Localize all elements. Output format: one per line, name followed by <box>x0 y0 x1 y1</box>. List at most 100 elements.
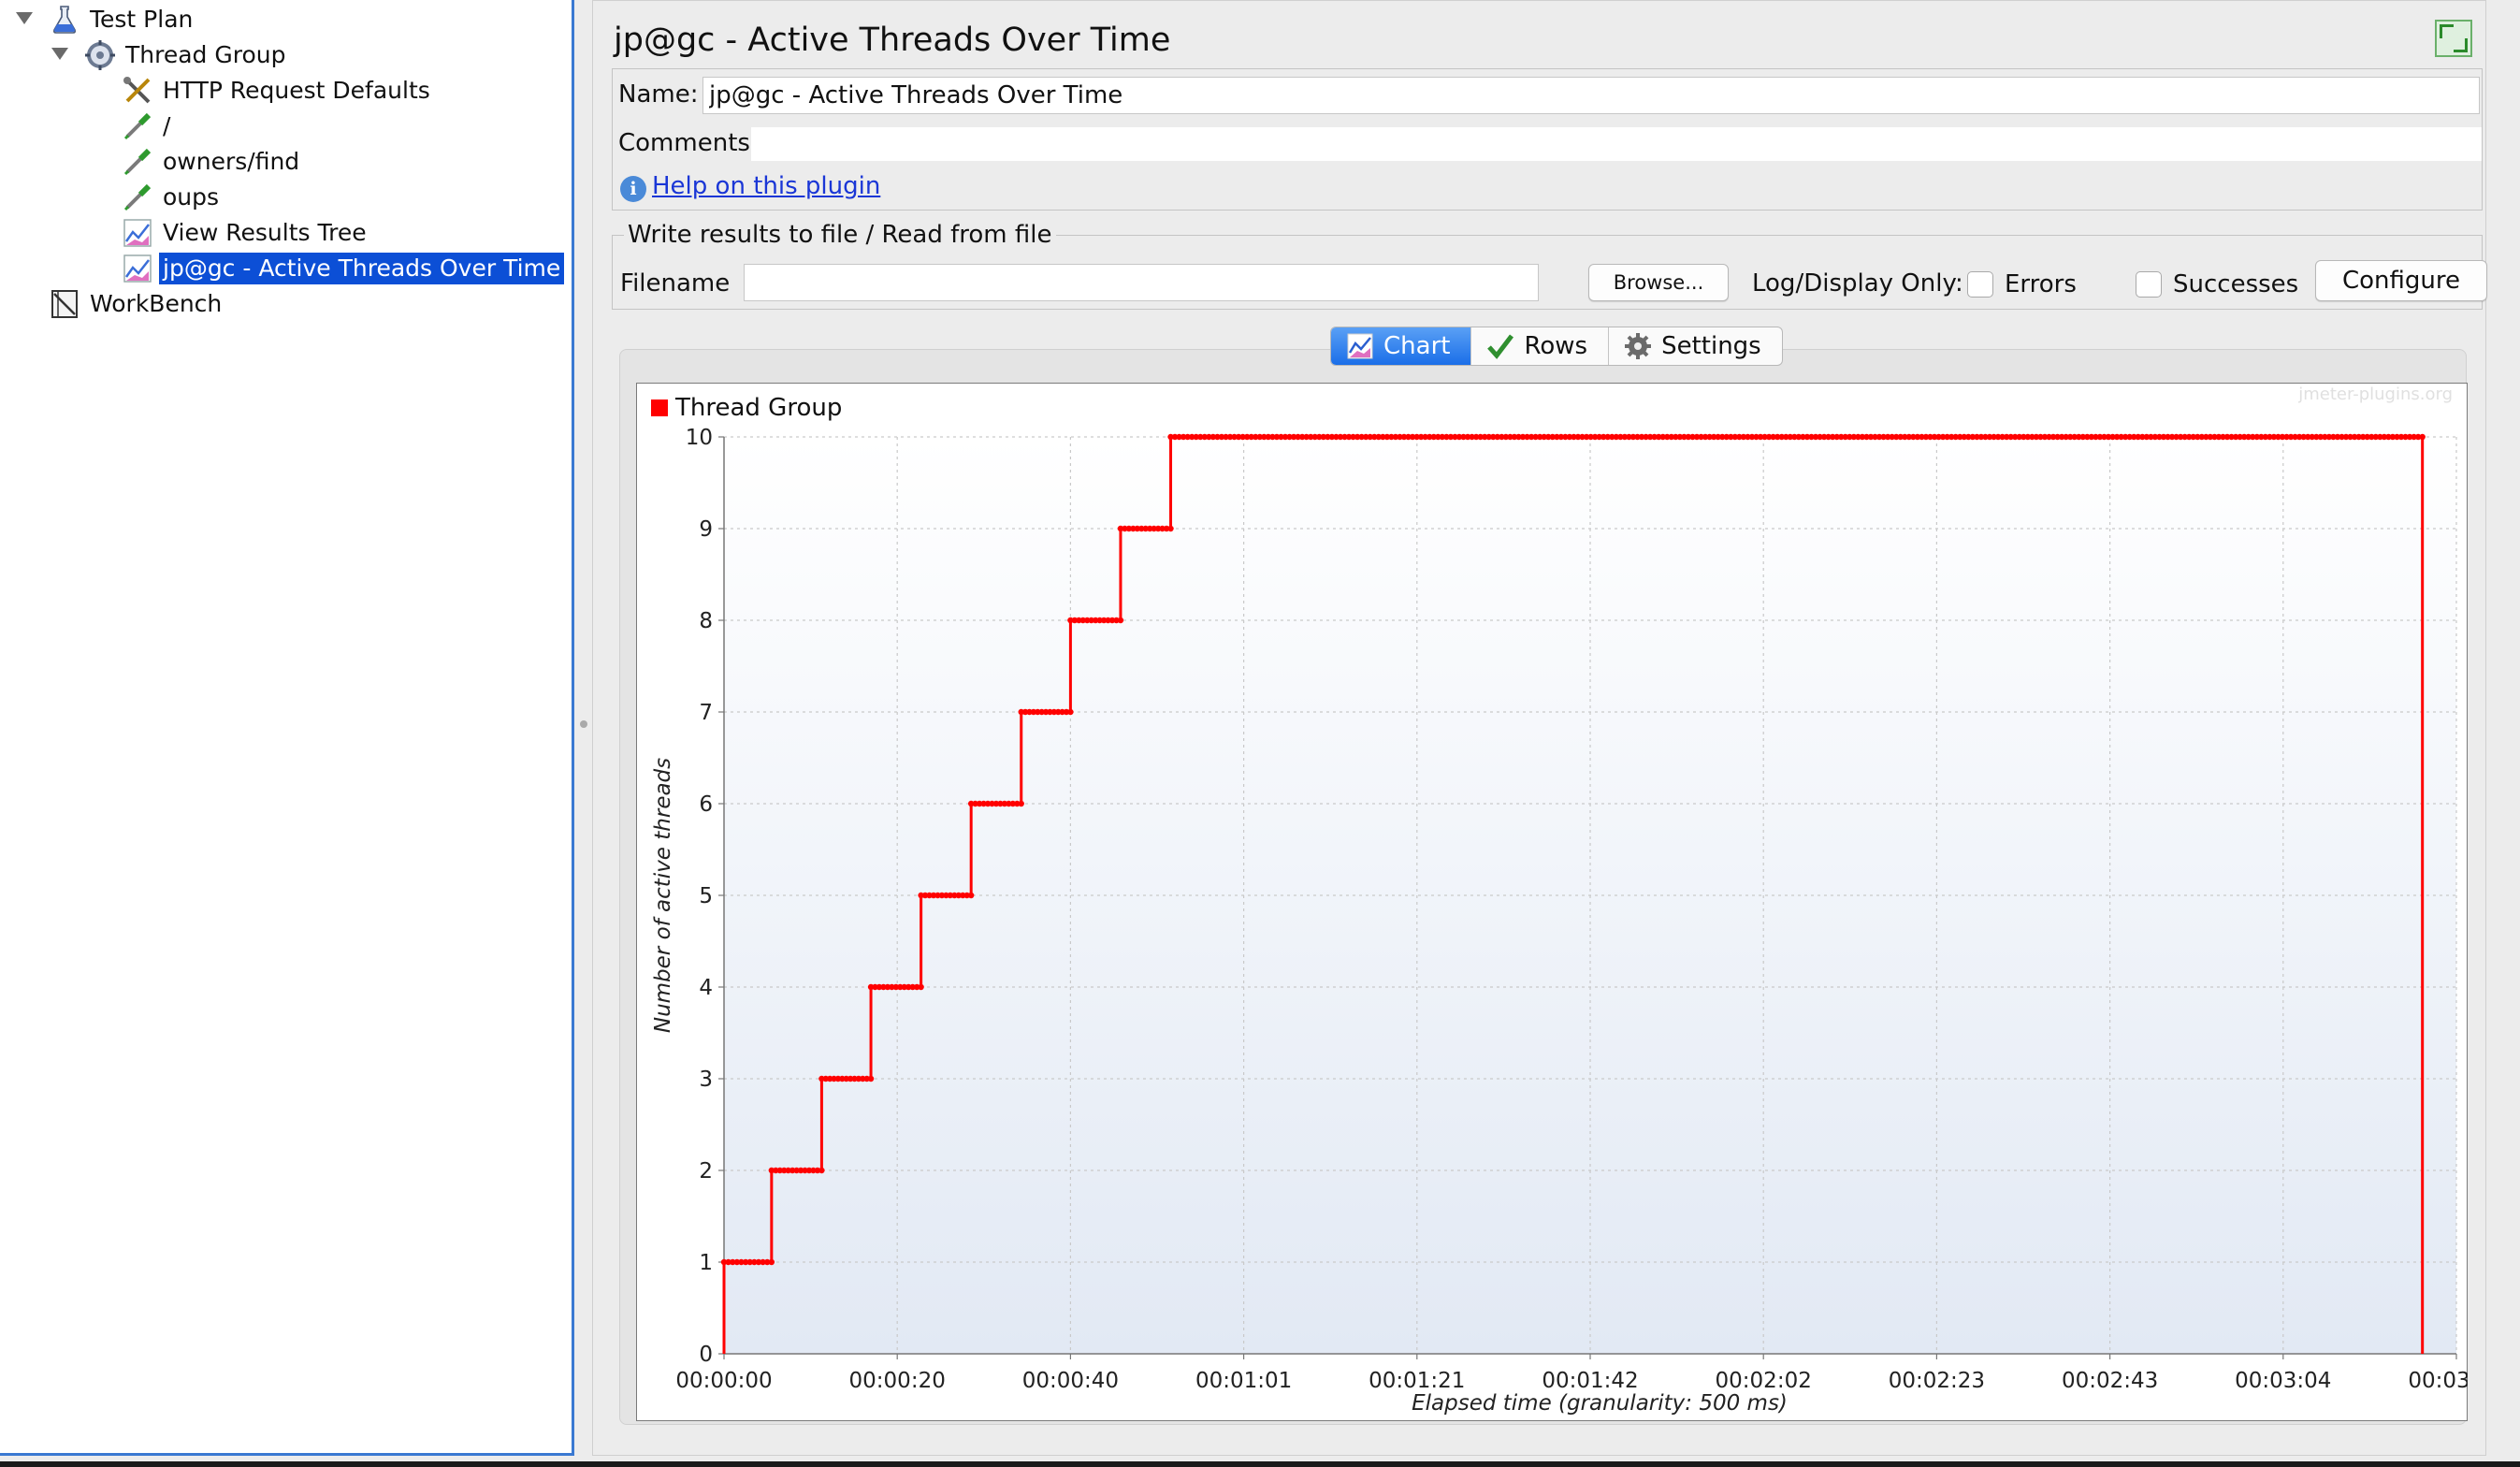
browse-button[interactable]: Browse... <box>1588 264 1729 301</box>
x-tick-label: 00:01:21 <box>1369 1369 1465 1393</box>
x-tick-label: 00:00:20 <box>849 1369 946 1393</box>
y-tick-label: 2 <box>699 1159 713 1184</box>
x-tick-label: 00:02:23 <box>1889 1369 1985 1393</box>
x-tick-label: 00:02:02 <box>1716 1369 1812 1393</box>
configure-button[interactable]: Configure <box>2315 260 2487 301</box>
tab-rows[interactable]: Rows <box>1471 327 1610 365</box>
config-tools-icon <box>122 75 153 107</box>
test-plan-tree[interactable]: Test Plan Thread Group HTTP Request Defa… <box>0 0 574 1456</box>
data-point <box>2419 433 2426 441</box>
listener-graph-icon <box>122 253 153 284</box>
view-tabs: Chart Rows Settings <box>1330 327 1783 366</box>
chart-icon <box>1346 332 1374 360</box>
tree-item-label: jp@gc - Active Threads Over Time <box>159 253 565 284</box>
data-point <box>1018 800 1024 807</box>
y-axis-label: Number of active threads <box>651 758 675 1033</box>
panel-title: jp@gc - Active Threads Over Time <box>614 22 1171 59</box>
successes-label: Successes <box>2173 270 2299 298</box>
workbench-icon <box>49 288 80 320</box>
data-point <box>867 1075 875 1082</box>
name-comments-section: Name: Comments: i Help on this plugin <box>612 68 2483 211</box>
tree-item-thread-group[interactable]: Thread Group <box>84 38 289 72</box>
divider-grip-icon <box>580 720 587 728</box>
tree-item-label: WorkBench <box>90 290 223 317</box>
tab-label: Rows <box>1524 332 1588 360</box>
y-tick-label: 4 <box>699 976 713 1000</box>
tree-item-http-request-defaults[interactable]: HTTP Request Defaults <box>122 74 434 108</box>
tree-item-label: Test Plan <box>90 6 194 33</box>
tree-item-label: / <box>163 112 171 139</box>
split-pane-divider[interactable] <box>577 0 590 1461</box>
data-point <box>1117 617 1124 624</box>
data-point <box>1067 708 1074 716</box>
y-tick-label: 10 <box>686 426 713 450</box>
legend-label: Thread Group <box>674 394 842 422</box>
info-icon: i <box>620 176 646 202</box>
tree-item-label: View Results Tree <box>163 219 367 246</box>
http-sampler-pipette-icon <box>122 110 153 142</box>
x-tick-label: 00:03:04 <box>2235 1369 2331 1393</box>
expand-toggle-icon[interactable] <box>51 48 68 60</box>
data-point <box>818 1167 825 1174</box>
data-point <box>1167 525 1174 532</box>
log-display-label: Log/Display Only: <box>1752 269 1963 298</box>
tree-item-oups[interactable]: oups <box>122 181 223 214</box>
tree-item-label: HTTP Request Defaults <box>163 77 430 104</box>
y-tick-label: 9 <box>699 517 713 542</box>
y-tick-label: 8 <box>699 609 713 633</box>
http-sampler-pipette-icon <box>122 182 153 213</box>
expand-toggle-icon[interactable] <box>16 12 33 24</box>
http-sampler-pipette-icon <box>122 146 153 178</box>
watermark: jmeter-plugins.org <box>2297 385 2453 404</box>
y-tick-label: 0 <box>699 1343 713 1367</box>
tab-chart[interactable]: Chart <box>1331 327 1472 365</box>
y-tick-label: 1 <box>699 1251 713 1275</box>
tree-item-active-threads-over-time[interactable]: jp@gc - Active Threads Over Time <box>122 252 565 285</box>
filename-input[interactable] <box>744 264 1539 301</box>
y-tick-label: 5 <box>699 884 713 908</box>
x-tick-label: 00:01:42 <box>1542 1369 1638 1393</box>
tree-item-sampler-root[interactable]: / <box>122 109 174 143</box>
comments-input[interactable] <box>751 127 2482 161</box>
tree-item-workbench[interactable]: WorkBench <box>49 287 225 321</box>
y-tick-label: 6 <box>699 792 713 817</box>
file-section: Write results to file / Read from file F… <box>612 221 2487 310</box>
tree-item-label: Thread Group <box>125 41 286 68</box>
thread-group-gear-icon <box>84 39 116 71</box>
listener-panel: jp@gc - Active Threads Over Time Name: C… <box>592 0 2487 1456</box>
successes-checkbox[interactable] <box>2136 271 2162 298</box>
data-point <box>918 983 924 991</box>
tab-settings[interactable]: Settings <box>1609 327 1782 365</box>
filename-label: Filename <box>620 269 731 298</box>
gear-icon <box>1624 332 1652 360</box>
errors-label: Errors <box>2005 270 2077 298</box>
legend-swatch <box>651 399 668 416</box>
tree-item-label: oups <box>163 183 220 211</box>
help-link[interactable]: Help on this plugin <box>652 172 880 200</box>
data-point <box>768 1258 775 1266</box>
test-plan-flask-icon <box>49 4 80 36</box>
maximize-icon[interactable] <box>2435 20 2472 57</box>
x-axis-label: Elapsed time (granularity: 500 ms) <box>1412 1391 1788 1416</box>
file-section-legend: Write results to file / Read from file <box>624 221 1056 249</box>
y-tick-label: 7 <box>699 701 713 725</box>
comments-label: Comments: <box>618 129 759 157</box>
name-input[interactable] <box>702 77 2480 114</box>
checkmark-icon <box>1486 332 1514 360</box>
active-threads-chart: 0 1 2 3 4 5 6 7 8 9 10 00:00:00 00:00:20 00:00:40 00:… <box>636 383 2468 1421</box>
x-tick-label: 00:00:00 <box>675 1369 772 1393</box>
tab-label: Settings <box>1661 332 1761 360</box>
name-label: Name: <box>618 80 699 109</box>
x-tick-label: 00:01:01 <box>1195 1369 1292 1393</box>
tree-item-owners-find[interactable]: owners/find <box>122 145 303 179</box>
tree-item-view-results-tree[interactable]: View Results Tree <box>122 216 370 250</box>
x-tick-label: 00:02:43 <box>2062 1369 2158 1393</box>
tree-item-test-plan[interactable]: Test Plan <box>49 3 196 36</box>
y-tick-label: 3 <box>699 1068 713 1092</box>
errors-checkbox[interactable] <box>1967 271 1993 298</box>
x-tick-label: 00:03:24 <box>2408 1369 2468 1393</box>
listener-graph-icon <box>122 217 153 249</box>
data-point <box>967 892 975 899</box>
tab-label: Chart <box>1383 332 1451 360</box>
jmeter-window: Test Plan Thread Group HTTP Request Defa… <box>0 0 2520 1461</box>
